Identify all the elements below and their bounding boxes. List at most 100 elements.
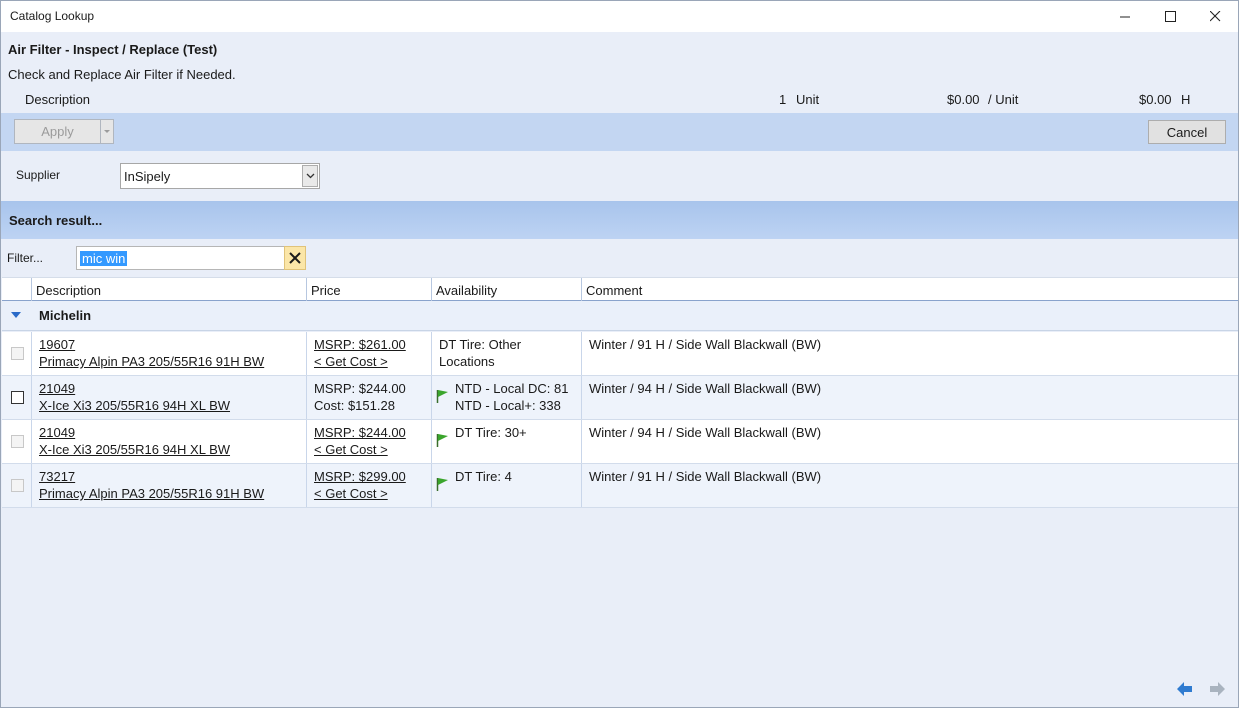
comment-cell: Winter / 91 H / Side Wall Blackwall (BW): [582, 464, 1238, 507]
part-name-link[interactable]: Primacy Alpin PA3 205/55R16 91H BW: [39, 354, 264, 369]
grid-header: Description Price Availability Comment: [2, 277, 1238, 301]
part-number-link[interactable]: 19607: [39, 337, 75, 352]
column-header-description[interactable]: Description: [32, 278, 307, 301]
clear-x-icon: [289, 252, 301, 264]
labor-price: $0.00: [1139, 92, 1172, 107]
table-row[interactable]: 21049 X-Ice Xi3 205/55R16 94H XL BW MSRP…: [2, 376, 1238, 420]
filter-input[interactable]: mic win: [76, 246, 285, 270]
supplier-value: InSipely: [124, 169, 171, 184]
comment-cell: Winter / 91 H / Side Wall Blackwall (BW): [582, 332, 1238, 375]
description-label: Description: [25, 92, 91, 107]
part-name-link[interactable]: X-Ice Xi3 205/55R16 94H XL BW: [39, 442, 230, 457]
search-result-header: Search result...: [1, 201, 1238, 239]
msrp-link[interactable]: MSRP: $299.00: [314, 469, 406, 484]
select-cell: [2, 464, 32, 507]
window-title: Catalog Lookup: [10, 9, 95, 23]
quantity-unit: Unit: [796, 92, 820, 107]
chevron-down-icon: [103, 129, 110, 133]
next-button[interactable]: [1210, 682, 1226, 699]
availability-line1: DT Tire: Other: [439, 337, 522, 352]
group-label: Michelin: [39, 308, 92, 323]
close-button[interactable]: [1193, 1, 1238, 32]
price-cell: MSRP: $244.00 Cost: $151.28: [307, 376, 432, 419]
column-header-comment[interactable]: Comment: [582, 278, 1238, 301]
get-cost-link[interactable]: < Get Cost >: [314, 486, 388, 501]
arrow-right-icon: [1210, 682, 1225, 696]
supplier-select[interactable]: InSipely: [120, 163, 320, 189]
availability-cell: DT Tire: 4: [432, 464, 582, 507]
clear-filter-button[interactable]: [284, 246, 306, 270]
row-checkbox[interactable]: [11, 435, 24, 448]
select-cell: [2, 420, 32, 463]
row-checkbox[interactable]: [11, 347, 24, 360]
part-number-link[interactable]: 21049: [39, 381, 75, 396]
comment-text: Winter / 91 H / Side Wall Blackwall (BW): [589, 337, 822, 352]
operation-header: Air Filter - Inspect / Replace (Test) Ch…: [1, 32, 1238, 112]
availability-line2: NTD - Local+: 338: [455, 398, 561, 413]
description-cell: 73217 Primacy Alpin PA3 205/55R16 91H BW: [32, 464, 307, 507]
group-row-michelin[interactable]: Michelin: [2, 301, 1238, 331]
availability-cell: DT Tire: 30+: [432, 420, 582, 463]
filter-label: Filter...: [7, 251, 44, 265]
column-header-price[interactable]: Price: [307, 278, 432, 301]
previous-button[interactable]: [1177, 682, 1193, 699]
msrp-link[interactable]: MSRP: $244.00: [314, 425, 406, 440]
operation-subtitle: Check and Replace Air Filter if Needed.: [8, 67, 236, 82]
row-checkbox[interactable]: [11, 391, 24, 404]
column-header-availability[interactable]: Availability: [432, 278, 582, 301]
apply-dropdown-button[interactable]: [101, 119, 114, 144]
action-toolbar: Apply Cancel: [1, 113, 1238, 151]
maximize-icon: [1165, 11, 1176, 22]
description-cell: 21049 X-Ice Xi3 205/55R16 94H XL BW: [32, 376, 307, 419]
apply-button[interactable]: Apply: [14, 119, 101, 144]
msrp-link[interactable]: MSRP: $261.00: [314, 337, 406, 352]
labor-unit: H: [1181, 92, 1191, 107]
description-cell: 21049 X-Ice Xi3 205/55R16 94H XL BW: [32, 420, 307, 463]
part-number-link[interactable]: 73217: [39, 469, 75, 484]
availability-line1: DT Tire: 30+: [455, 425, 527, 440]
get-cost-link[interactable]: < Get Cost >: [314, 354, 388, 369]
part-number-link[interactable]: 21049: [39, 425, 75, 440]
minimize-icon: [1120, 16, 1130, 18]
results-grid: Description Price Availability Comment M…: [2, 277, 1238, 508]
select-cell: [2, 332, 32, 375]
comment-cell: Winter / 94 H / Side Wall Blackwall (BW): [582, 376, 1238, 419]
part-name-link[interactable]: Primacy Alpin PA3 205/55R16 91H BW: [39, 486, 264, 501]
green-flag-icon: [436, 478, 448, 491]
part-name-link[interactable]: X-Ice Xi3 205/55R16 94H XL BW: [39, 398, 230, 413]
catalog-lookup-window: Catalog Lookup Air Filter - Inspect / Re…: [0, 0, 1239, 708]
table-row[interactable]: 19607 Primacy Alpin PA3 205/55R16 91H BW…: [2, 332, 1238, 376]
arrow-left-icon: [1177, 682, 1192, 696]
description-cell: 19607 Primacy Alpin PA3 205/55R16 91H BW: [32, 332, 307, 375]
quantity-value: 1: [779, 92, 787, 107]
supplier-dropdown-arrow[interactable]: [302, 165, 318, 187]
unit-price-suffix: / Unit: [988, 92, 1019, 107]
availability-line1: NTD - Local DC: 81: [455, 381, 569, 396]
chevron-down-icon: [306, 173, 314, 179]
green-flag-icon: [436, 434, 448, 447]
filter-value: mic win: [80, 251, 128, 266]
row-checkbox[interactable]: [11, 479, 24, 492]
price-cell: MSRP: $261.00 < Get Cost >: [307, 332, 432, 375]
green-flag-icon: [436, 390, 448, 403]
collapse-triangle-icon[interactable]: [11, 312, 22, 319]
cancel-button[interactable]: Cancel: [1148, 120, 1226, 144]
get-cost-link[interactable]: < Get Cost >: [314, 442, 388, 457]
availability-line2: Locations: [439, 354, 495, 369]
availability-cell: DT Tire: Other Locations: [432, 332, 582, 375]
supplier-label: Supplier: [16, 168, 61, 182]
select-column-header: [2, 278, 32, 301]
comment-text: Winter / 94 H / Side Wall Blackwall (BW): [589, 381, 822, 396]
comment-cell: Winter / 94 H / Side Wall Blackwall (BW): [582, 420, 1238, 463]
maximize-button[interactable]: [1148, 1, 1193, 32]
select-cell: [2, 376, 32, 419]
table-row[interactable]: 73217 Primacy Alpin PA3 205/55R16 91H BW…: [2, 464, 1238, 508]
cost-text: Cost: $151.28: [314, 398, 395, 413]
minimize-button[interactable]: [1103, 1, 1148, 32]
table-row[interactable]: 21049 X-Ice Xi3 205/55R16 94H XL BW MSRP…: [2, 420, 1238, 464]
title-bar: Catalog Lookup: [1, 1, 1238, 32]
unit-price: $0.00: [947, 92, 980, 107]
search-result-title: Search result...: [9, 213, 103, 228]
close-icon: [1210, 11, 1221, 22]
availability-line1: DT Tire: 4: [455, 469, 512, 484]
